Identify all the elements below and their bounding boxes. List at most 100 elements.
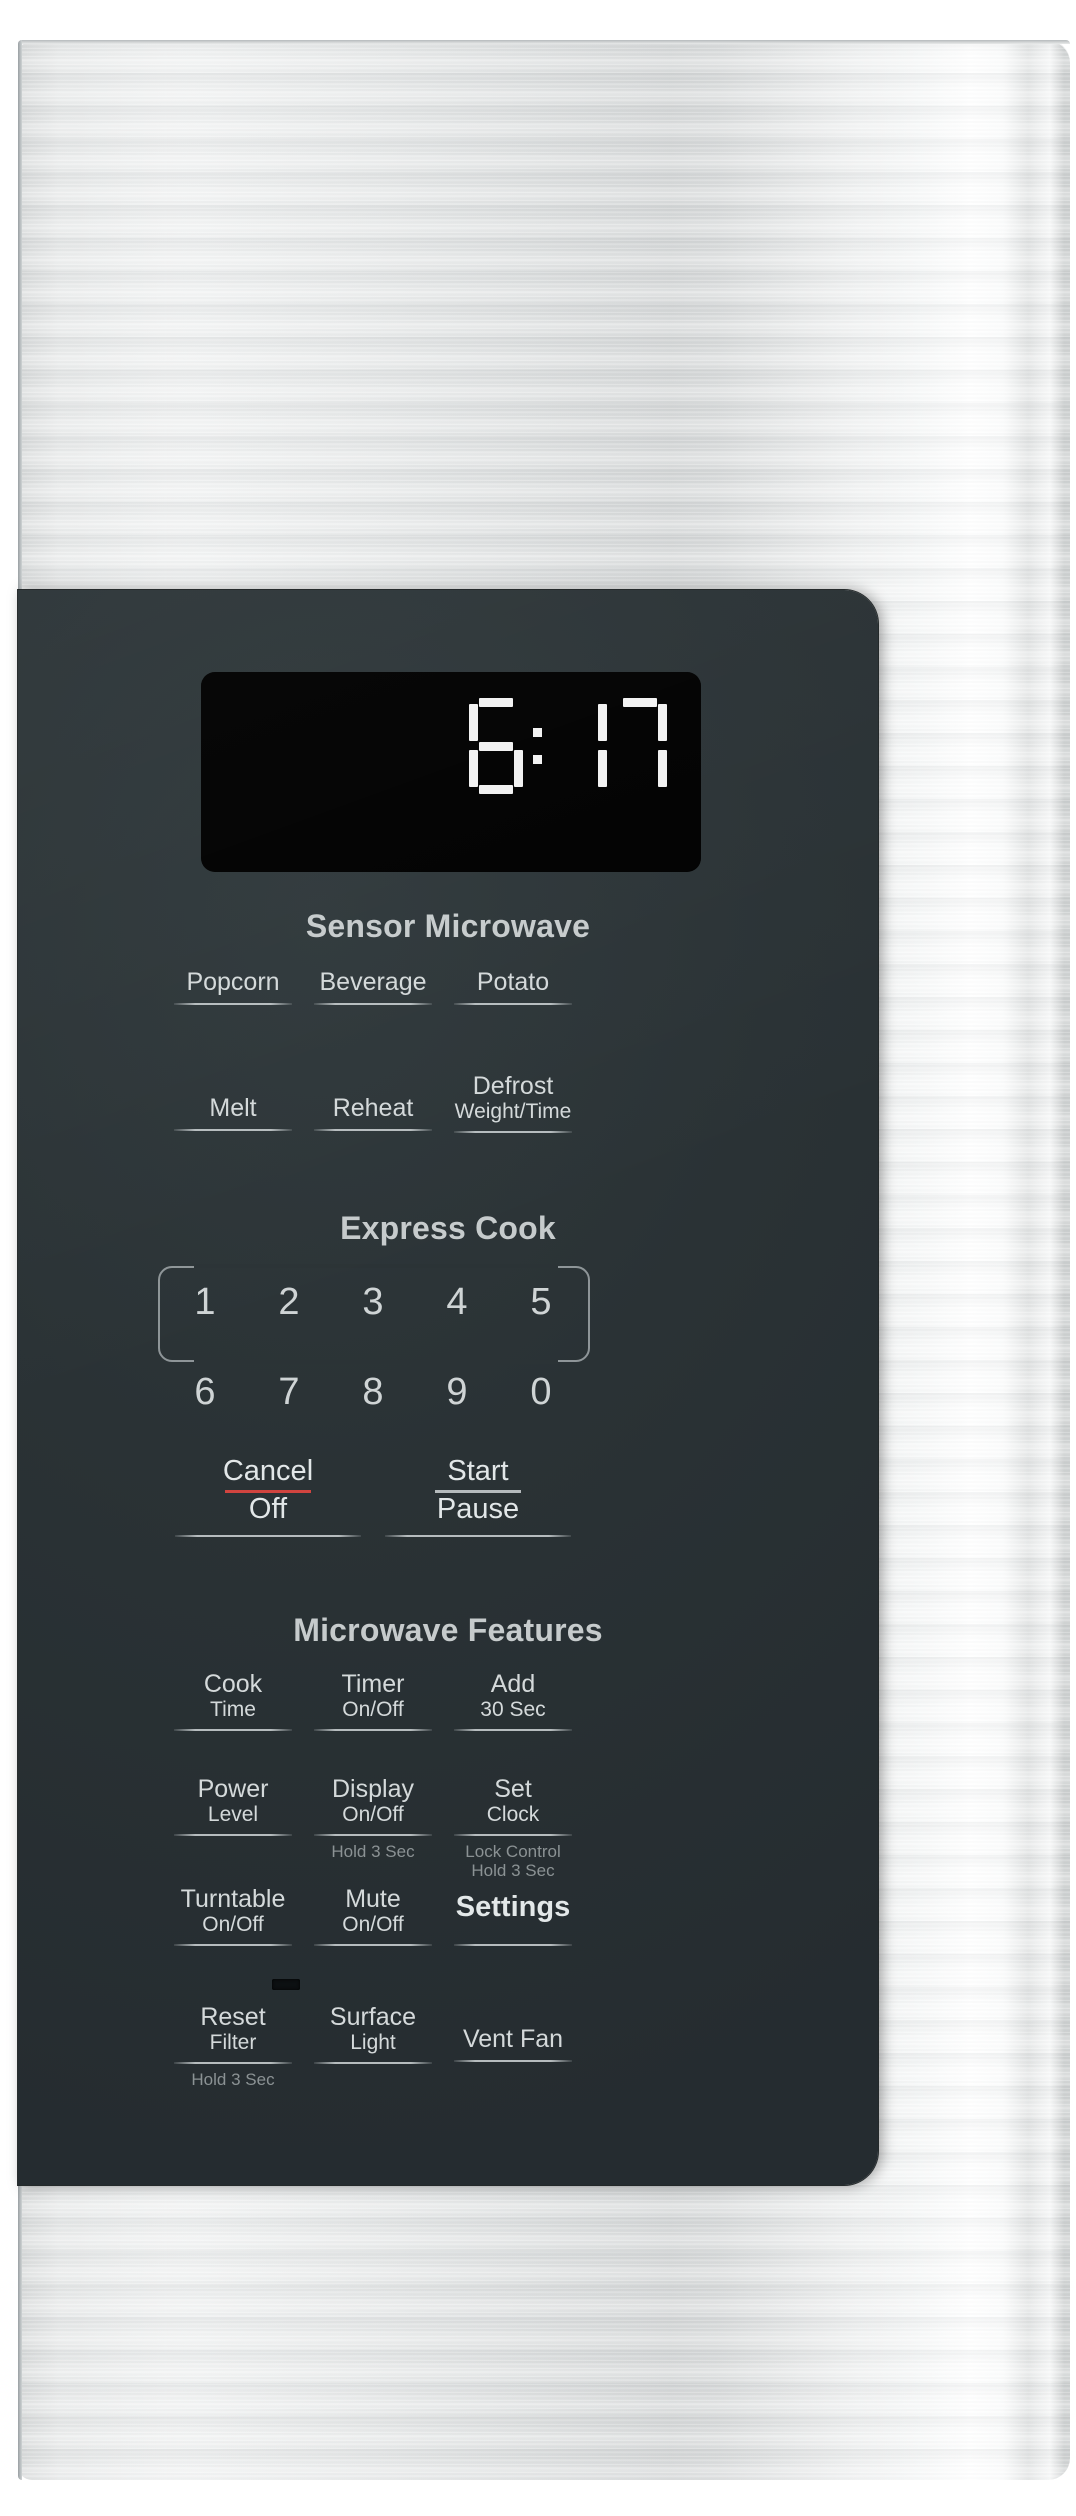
button-setclock-lock-hint: Lock Control Hold 3 Sec [465, 1841, 561, 1880]
button-off-label: Off [248, 1492, 288, 1525]
button-defrost[interactable]: Defrost Weight/Time [443, 1072, 583, 1133]
button-display-underline [314, 1833, 432, 1836]
button-digit-1[interactable]: 1 [163, 1281, 247, 1324]
button-display-hold-hint: Hold 3 Sec [331, 1841, 415, 1861]
button-melt-label: Melt [209, 1094, 257, 1122]
button-digit-3[interactable]: 3 [331, 1281, 415, 1324]
button-ventfan-underline [454, 2060, 572, 2062]
sensor-row-1: Popcorn Beverage Potato [163, 968, 583, 1005]
button-mute-underline [314, 1943, 432, 1946]
button-reset-filter[interactable]: Reset Filter Hold 3 Sec [163, 2003, 303, 2089]
button-resetfilter-label-1: Reset [200, 2003, 266, 2031]
clock-digit-hour [469, 698, 523, 794]
features-row-2: Power Level Display On/Off Hold 3 Sec Se… [163, 1775, 583, 1880]
button-timer-label-2: On/Off [342, 1698, 404, 1721]
button-settings[interactable]: Settings [443, 1885, 583, 1947]
button-power-label-1: Power [197, 1775, 269, 1803]
clock-digit-min-ones [613, 698, 667, 794]
button-melt-underline [174, 1129, 292, 1131]
button-mute-onoff[interactable]: Mute On/Off [303, 1885, 443, 1946]
button-melt[interactable]: Melt [163, 1072, 303, 1133]
button-potato-label: Potato [476, 968, 550, 996]
button-start-pause[interactable]: Start Pause [373, 1455, 583, 1537]
button-power-level[interactable]: Power Level [163, 1775, 303, 1880]
button-beverage-underline [314, 1003, 432, 1005]
button-power-label-2: Level [207, 1803, 259, 1826]
button-digit-8[interactable]: 8 [331, 1371, 415, 1414]
button-potato-underline [454, 1003, 572, 1005]
button-digit-4[interactable]: 4 [415, 1281, 499, 1324]
sensor-microwave-heading: Sensor Microwave [305, 908, 591, 944]
button-cancel-underline [175, 1534, 361, 1537]
button-surface-light[interactable]: Surface Light [303, 2003, 443, 2089]
microwave-front-panel: 6:17 Sensor Microwave Popcorn Beverage [0, 0, 1076, 2516]
button-digit-2[interactable]: 2 [247, 1281, 331, 1324]
button-add-30-sec[interactable]: Add 30 Sec [443, 1670, 583, 1731]
button-turntable-label-2: On/Off [202, 1913, 264, 1936]
button-potato[interactable]: Potato [443, 968, 583, 1005]
button-start-underline [385, 1534, 571, 1537]
button-defrost-label: Defrost [472, 1072, 554, 1100]
button-power-underline [174, 1833, 292, 1836]
button-setclock-label-1: Set [494, 1775, 532, 1803]
button-surfacelight-underline [314, 2061, 432, 2064]
button-reheat-label: Reheat [332, 1094, 414, 1122]
express-cook-row-2: 6 7 8 9 0 [163, 1371, 583, 1414]
control-panel: 6:17 Sensor Microwave Popcorn Beverage [18, 590, 878, 2185]
button-cook-time-label-1: Cook [203, 1670, 263, 1698]
button-pause-label: Pause [436, 1492, 520, 1525]
button-popcorn-label: Popcorn [186, 968, 280, 996]
button-cook-time[interactable]: Cook Time [163, 1670, 303, 1731]
features-row-1: Cook Time Timer On/Off Add 30 Sec [163, 1670, 583, 1731]
button-resetfilter-label-2: Filter [209, 2031, 257, 2054]
button-surfacelight-label-1: Surface [329, 2003, 417, 2031]
cancel-start-row: Cancel Off Start Pause [163, 1455, 583, 1537]
express-cook-heading: Express Cook [340, 1210, 556, 1246]
button-display-label-1: Display [332, 1775, 414, 1803]
button-timer-onoff[interactable]: Timer On/Off [303, 1670, 443, 1731]
button-mute-label-1: Mute [345, 1885, 401, 1913]
button-set-clock[interactable]: Set Clock Lock Control Hold 3 Sec [443, 1775, 583, 1880]
features-row-3: Turntable On/Off Mute On/Off Settings [163, 1885, 583, 1947]
button-cook-time-underline [174, 1728, 292, 1731]
button-add30-label-2: 30 Sec [480, 1698, 546, 1721]
sensor-row-2: Melt Reheat Defrost Weight/Time [163, 1072, 583, 1133]
microwave-features-heading: Microwave Features [293, 1612, 603, 1648]
button-vent-fan[interactable]: Vent Fan [443, 2003, 583, 2089]
button-cook-time-label-2: Time [210, 1698, 256, 1721]
button-reheat[interactable]: Reheat [303, 1072, 443, 1133]
button-add30-underline [454, 1728, 572, 1731]
filter-status-led-icon [272, 1979, 300, 1990]
button-popcorn[interactable]: Popcorn [163, 968, 303, 1005]
button-timer-label-1: Timer [341, 1670, 405, 1698]
clock-colon [529, 698, 547, 794]
button-popcorn-underline [174, 1003, 292, 1005]
clock-display: 6:17 [201, 672, 701, 872]
button-beverage[interactable]: Beverage [303, 968, 443, 1005]
button-digit-5[interactable]: 5 [499, 1281, 583, 1324]
clock-readout: 6:17 [469, 698, 667, 794]
button-settings-underline [454, 1944, 572, 1947]
button-reheat-underline [314, 1129, 432, 1131]
button-mute-label-2: On/Off [342, 1913, 404, 1936]
express-cook-row-1: 1 2 3 4 5 [163, 1281, 583, 1324]
button-turntable-onoff[interactable]: Turntable On/Off [163, 1885, 303, 1946]
button-turntable-underline [174, 1943, 292, 1946]
button-resetfilter-hold-hint: Hold 3 Sec [191, 2069, 275, 2089]
button-digit-0[interactable]: 0 [499, 1371, 583, 1414]
button-resetfilter-underline [174, 2061, 292, 2064]
button-digit-7[interactable]: 7 [247, 1371, 331, 1414]
button-display-onoff[interactable]: Display On/Off Hold 3 Sec [303, 1775, 443, 1880]
button-cancel-label: Cancel [222, 1455, 314, 1487]
features-row-4: Reset Filter Hold 3 Sec Surface Light Ve… [163, 2003, 583, 2089]
button-cancel-off[interactable]: Cancel Off [163, 1455, 373, 1537]
button-digit-6[interactable]: 6 [163, 1371, 247, 1414]
button-defrost-underline [454, 1130, 572, 1133]
button-defrost-sublabel: Weight/Time [454, 1100, 572, 1123]
button-digit-9[interactable]: 9 [415, 1371, 499, 1414]
button-ventfan-label: Vent Fan [462, 2025, 564, 2053]
top-bevel-edge [18, 40, 1070, 44]
button-start-label: Start [447, 1455, 509, 1487]
button-beverage-label: Beverage [319, 968, 427, 996]
button-timer-underline [314, 1728, 432, 1731]
